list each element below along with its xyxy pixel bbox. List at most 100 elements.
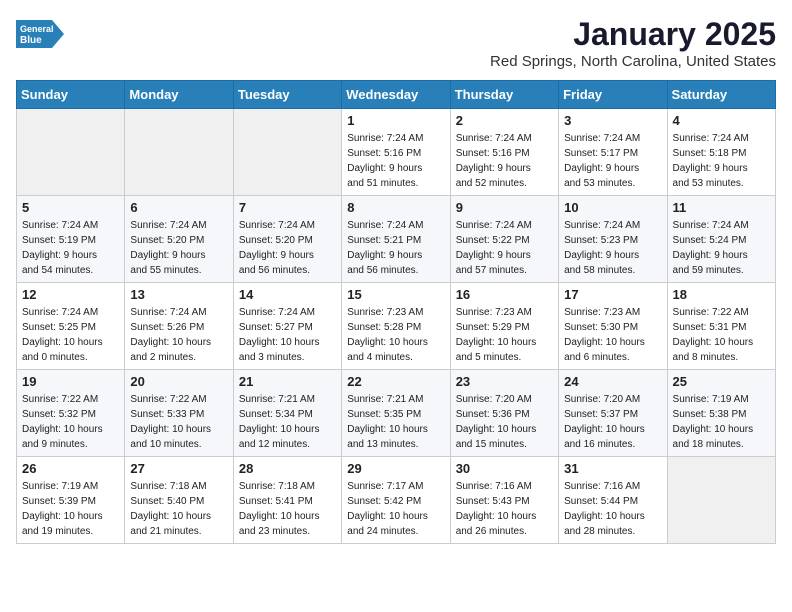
calendar-cell: 2 Sunrise: 7:24 AM Sunset: 5:16 PM Daylig… (450, 109, 558, 196)
day-number: 5 (22, 200, 119, 215)
calendar-cell: 21 Sunrise: 7:21 AM Sunset: 5:34 PM Dayli… (233, 370, 341, 457)
day-number: 18 (673, 287, 770, 302)
calendar-cell: 3 Sunrise: 7:24 AM Sunset: 5:17 PM Daylig… (559, 109, 667, 196)
day-number: 31 (564, 461, 661, 476)
day-info: Sunrise: 7:24 AM Sunset: 5:17 PM Dayligh… (564, 131, 661, 191)
day-number: 9 (456, 200, 553, 215)
day-number: 19 (22, 374, 119, 389)
day-number: 21 (239, 374, 336, 389)
day-info: Sunrise: 7:24 AM Sunset: 5:25 PM Dayligh… (22, 305, 119, 365)
month-title: January 2025 (490, 16, 776, 53)
day-number: 10 (564, 200, 661, 215)
day-info: Sunrise: 7:20 AM Sunset: 5:36 PM Dayligh… (456, 392, 553, 452)
calendar-cell: 17Sunrise: 7:23 AM Sunset: 5:30 PM Dayli… (559, 283, 667, 370)
day-number: 29 (347, 461, 444, 476)
calendar-cell: 4 Sunrise: 7:24 AM Sunset: 5:18 PM Daylig… (667, 109, 775, 196)
svg-text:Blue: Blue (20, 35, 42, 46)
logo: General Blue (16, 16, 64, 52)
calendar-cell (125, 109, 233, 196)
day-number: 20 (130, 374, 227, 389)
calendar-cell: 29Sunrise: 7:17 AM Sunset: 5:42 PM Dayli… (342, 457, 450, 544)
calendar-cell: 30 Sunrise: 7:16 AM Sunset: 5:43 PM Dayli… (450, 457, 558, 544)
day-info: Sunrise: 7:22 AM Sunset: 5:32 PM Dayligh… (22, 392, 119, 452)
calendar-cell: 31 Sunrise: 7:16 AM Sunset: 5:44 PM Dayli… (559, 457, 667, 544)
day-number: 28 (239, 461, 336, 476)
day-info: Sunrise: 7:19 AM Sunset: 5:39 PM Dayligh… (22, 479, 119, 539)
calendar-week-row: 12 Sunrise: 7:24 AM Sunset: 5:25 PM Dayli… (17, 283, 776, 370)
calendar-cell: 22Sunrise: 7:21 AM Sunset: 5:35 PM Dayli… (342, 370, 450, 457)
calendar-cell: 8 Sunrise: 7:24 AM Sunset: 5:21 PM Daylig… (342, 196, 450, 283)
day-number: 6 (130, 200, 227, 215)
calendar-cell: 26 Sunrise: 7:19 AM Sunset: 5:39 PM Dayli… (17, 457, 125, 544)
calendar-week-row: 1 Sunrise: 7:24 AM Sunset: 5:16 PM Daylig… (17, 109, 776, 196)
day-info: Sunrise: 7:24 AM Sunset: 5:18 PM Dayligh… (673, 131, 770, 191)
day-number: 22 (347, 374, 444, 389)
day-info: Sunrise: 7:24 AM Sunset: 5:19 PM Dayligh… (22, 218, 119, 278)
calendar-table: SundayMondayTuesdayWednesdayThursdayFrid… (16, 80, 776, 544)
day-number: 4 (673, 113, 770, 128)
day-info: Sunrise: 7:24 AM Sunset: 5:16 PM Dayligh… (456, 131, 553, 191)
day-info: Sunrise: 7:24 AM Sunset: 5:23 PM Dayligh… (564, 218, 661, 278)
day-number: 15 (347, 287, 444, 302)
calendar-cell: 7 Sunrise: 7:24 AM Sunset: 5:20 PM Daylig… (233, 196, 341, 283)
calendar-cell: 6Sunrise: 7:24 AM Sunset: 5:20 PM Daylig… (125, 196, 233, 283)
day-info: Sunrise: 7:18 AM Sunset: 5:40 PM Dayligh… (130, 479, 227, 539)
day-info: Sunrise: 7:20 AM Sunset: 5:37 PM Dayligh… (564, 392, 661, 452)
calendar-cell: 19 Sunrise: 7:22 AM Sunset: 5:32 PM Dayli… (17, 370, 125, 457)
day-number: 1 (347, 113, 444, 128)
calendar-cell: 16Sunrise: 7:23 AM Sunset: 5:29 PM Dayli… (450, 283, 558, 370)
day-info: Sunrise: 7:24 AM Sunset: 5:21 PM Dayligh… (347, 218, 444, 278)
weekday-header-saturday: Saturday (667, 81, 775, 109)
calendar-cell: 1 Sunrise: 7:24 AM Sunset: 5:16 PM Daylig… (342, 109, 450, 196)
weekday-header-wednesday: Wednesday (342, 81, 450, 109)
day-number: 12 (22, 287, 119, 302)
page-header: General Blue January 2025 Red Springs, N… (16, 16, 776, 70)
day-info: Sunrise: 7:21 AM Sunset: 5:34 PM Dayligh… (239, 392, 336, 452)
day-number: 23 (456, 374, 553, 389)
day-number: 17 (564, 287, 661, 302)
day-number: 24 (564, 374, 661, 389)
calendar-cell: 15 Sunrise: 7:23 AM Sunset: 5:28 PM Dayli… (342, 283, 450, 370)
calendar-cell: 13 Sunrise: 7:24 AM Sunset: 5:26 PM Dayli… (125, 283, 233, 370)
day-info: Sunrise: 7:19 AM Sunset: 5:38 PM Dayligh… (673, 392, 770, 452)
location-title: Red Springs, North Carolina, United Stat… (490, 53, 776, 70)
day-info: Sunrise: 7:24 AM Sunset: 5:16 PM Dayligh… (347, 131, 444, 191)
svg-text:General: General (20, 24, 54, 34)
calendar-cell (667, 457, 775, 544)
day-info: Sunrise: 7:16 AM Sunset: 5:44 PM Dayligh… (564, 479, 661, 539)
day-number: 2 (456, 113, 553, 128)
calendar-week-row: 5 Sunrise: 7:24 AM Sunset: 5:19 PM Daylig… (17, 196, 776, 283)
day-info: Sunrise: 7:18 AM Sunset: 5:41 PM Dayligh… (239, 479, 336, 539)
day-number: 30 (456, 461, 553, 476)
day-info: Sunrise: 7:24 AM Sunset: 5:22 PM Dayligh… (456, 218, 553, 278)
day-info: Sunrise: 7:16 AM Sunset: 5:43 PM Dayligh… (456, 479, 553, 539)
calendar-cell: 9 Sunrise: 7:24 AM Sunset: 5:22 PM Daylig… (450, 196, 558, 283)
day-info: Sunrise: 7:23 AM Sunset: 5:28 PM Dayligh… (347, 305, 444, 365)
day-info: Sunrise: 7:22 AM Sunset: 5:31 PM Dayligh… (673, 305, 770, 365)
day-number: 27 (130, 461, 227, 476)
day-number: 13 (130, 287, 227, 302)
weekday-header-row: SundayMondayTuesdayWednesdayThursdayFrid… (17, 81, 776, 109)
day-number: 14 (239, 287, 336, 302)
day-info: Sunrise: 7:24 AM Sunset: 5:24 PM Dayligh… (673, 218, 770, 278)
weekday-header-sunday: Sunday (17, 81, 125, 109)
day-number: 25 (673, 374, 770, 389)
day-number: 7 (239, 200, 336, 215)
calendar-cell: 12 Sunrise: 7:24 AM Sunset: 5:25 PM Dayli… (17, 283, 125, 370)
calendar-cell: 14 Sunrise: 7:24 AM Sunset: 5:27 PM Dayli… (233, 283, 341, 370)
day-info: Sunrise: 7:24 AM Sunset: 5:27 PM Dayligh… (239, 305, 336, 365)
day-number: 8 (347, 200, 444, 215)
calendar-cell (17, 109, 125, 196)
calendar-cell: 25 Sunrise: 7:19 AM Sunset: 5:38 PM Dayli… (667, 370, 775, 457)
day-number: 16 (456, 287, 553, 302)
day-number: 11 (673, 200, 770, 215)
day-number: 26 (22, 461, 119, 476)
calendar-cell (233, 109, 341, 196)
weekday-header-thursday: Thursday (450, 81, 558, 109)
day-info: Sunrise: 7:24 AM Sunset: 5:20 PM Dayligh… (239, 218, 336, 278)
title-area: January 2025 Red Springs, North Carolina… (490, 16, 776, 70)
weekday-header-tuesday: Tuesday (233, 81, 341, 109)
day-info: Sunrise: 7:24 AM Sunset: 5:26 PM Dayligh… (130, 305, 227, 365)
day-number: 3 (564, 113, 661, 128)
calendar-cell: 18 Sunrise: 7:22 AM Sunset: 5:31 PM Dayli… (667, 283, 775, 370)
